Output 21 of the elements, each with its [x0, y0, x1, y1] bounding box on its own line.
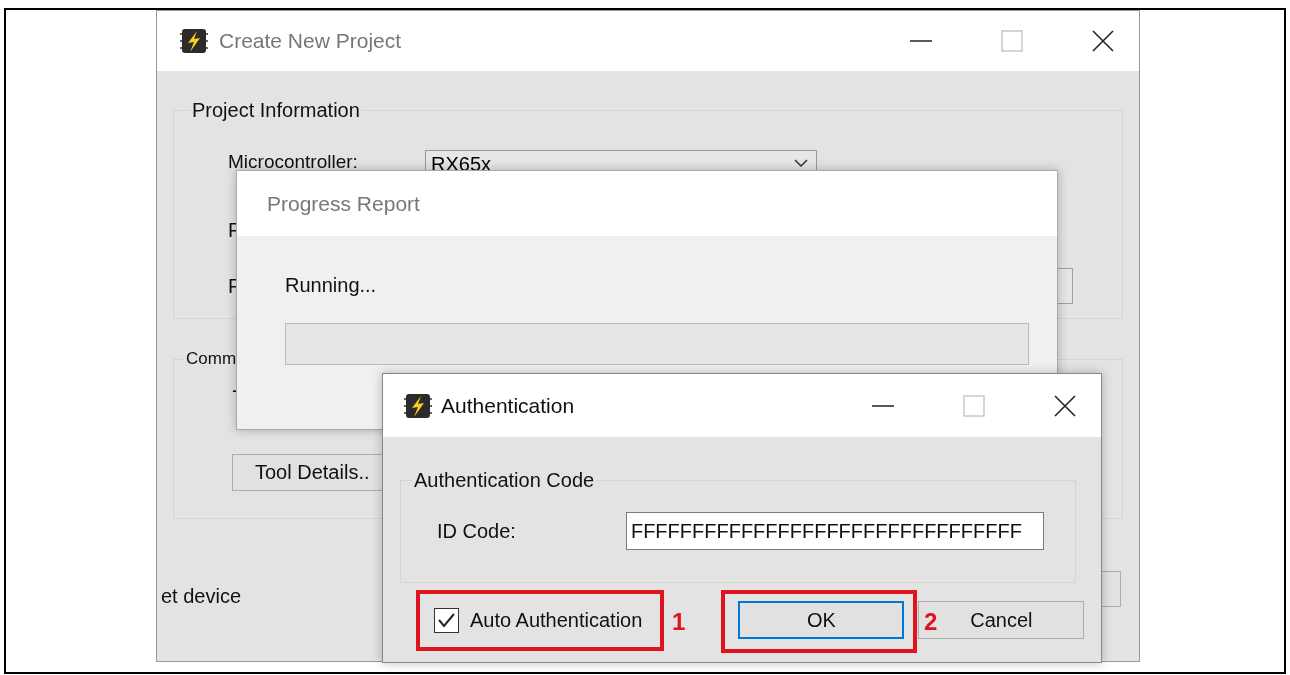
close-icon[interactable] [1091, 29, 1115, 53]
progress-message: Running... [285, 274, 378, 297]
group-title: Comm [185, 349, 238, 369]
dialog-button[interactable] [1101, 571, 1121, 607]
field-label: ID Code: [437, 519, 516, 543]
step-number: 1 [672, 608, 686, 636]
status-text: et device [161, 585, 242, 608]
group-title: Project Information [191, 99, 361, 122]
app-chip-icon [179, 26, 209, 56]
checkbox-label[interactable]: Auto Authentication [470, 608, 643, 632]
dropdown-caret-icon[interactable] [794, 159, 808, 167]
step-number: 2 [924, 608, 938, 636]
checkbox[interactable] [434, 607, 459, 633]
group-title: Authentication Code [413, 469, 596, 492]
field-label: Microcontroller: [228, 152, 359, 171]
close-icon[interactable] [1053, 393, 1077, 418]
window-title: Authentication [441, 393, 575, 418]
window-title: Progress Report [267, 191, 420, 216]
id-code-field[interactable]: FFFFFFFFFFFFFFFFFFFFFFFFFFFFFFFF [625, 512, 1044, 550]
ok-button[interactable]: OK [738, 601, 905, 639]
window-title: Create New Project [219, 29, 402, 53]
